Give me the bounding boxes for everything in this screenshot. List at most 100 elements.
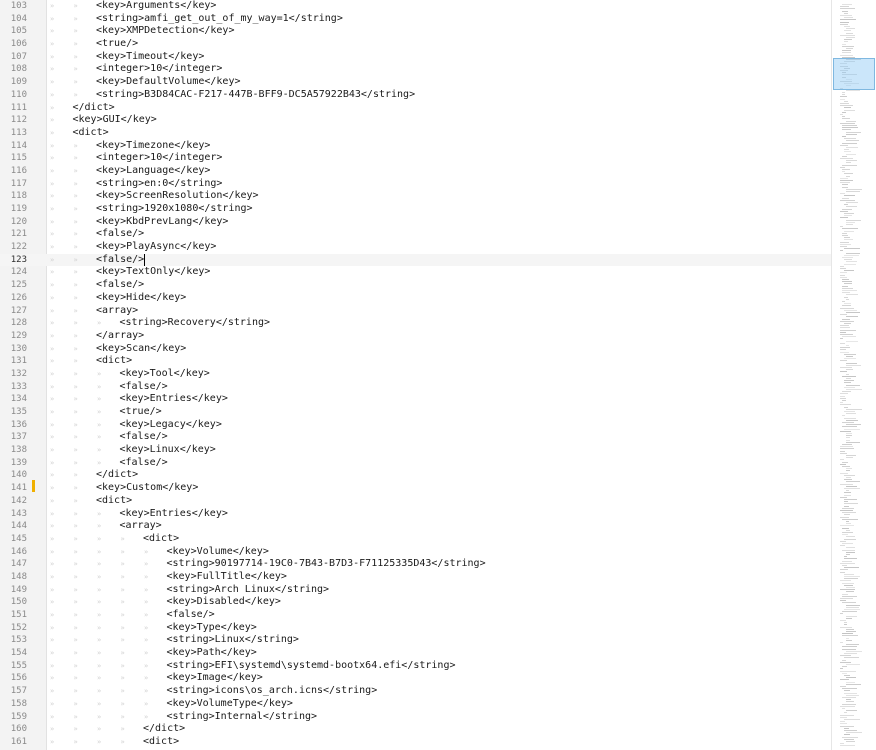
code-line[interactable]: 138 » » » <key>Linux</key> [0, 444, 831, 457]
code-line[interactable]: 107 » » <key>Timeout</key> [0, 51, 831, 64]
code-line[interactable]: 135 » » » <true/> [0, 406, 831, 419]
code-line[interactable]: 123 » » <false/> [0, 253, 831, 267]
minimap-line [842, 400, 846, 401]
minimap-line [846, 650, 862, 652]
code-line[interactable]: 131 » » <dict> [0, 355, 831, 368]
code-line[interactable]: 129 » » </array> [0, 330, 831, 343]
minimap-line [840, 250, 843, 252]
code-line[interactable]: 118 » » <key>ScreenResolution</key> [0, 190, 831, 203]
code-line[interactable]: 161 » » » » <dict> [0, 736, 831, 749]
code-line[interactable]: 122 » » <key>PlayAsync</key> [0, 241, 831, 254]
minimap-line [844, 501, 848, 503]
code-line[interactable]: 154 » » » » » <key>Path</key> [0, 647, 831, 660]
code-line[interactable]: 103 » » <key>Arguments</key> [0, 0, 831, 13]
code-line[interactable]: 130 » » <key>Scan</key> [0, 343, 831, 356]
code-line[interactable]: 155 » » » » » <string>EFI\systemd\systemd-boot… [0, 660, 831, 673]
code-line[interactable]: 139 » » » <false/> [0, 457, 831, 470]
minimap-line [840, 510, 853, 511]
line-number: 153 [10, 635, 27, 646]
line-text: » » <false/> [49, 253, 146, 267]
code-line[interactable]: 112 » <key>GUI</key> [0, 114, 831, 127]
code-line[interactable]: 125 » » <false/> [0, 279, 831, 292]
tab-marker-icon: » [73, 598, 78, 607]
tab-marker-icon: » [144, 661, 149, 670]
code-line[interactable]: 149 » » » » » <string>Arch Linux</string> [0, 584, 831, 597]
code-line[interactable]: 114 » » <key>Timezone</key> [0, 140, 831, 153]
code-line[interactable]: 105 » » <key>XMPDetection</key> [0, 25, 831, 38]
tab-marker-icon: » [73, 446, 78, 455]
code-line[interactable]: 141 » » <key>Custom</key> [0, 482, 831, 495]
code-line[interactable]: 144 » » » <array> [0, 520, 831, 533]
code-line[interactable]: 142 » » <dict> [0, 495, 831, 508]
code-line[interactable]: 143 » » » <key>Entries</key> [0, 508, 831, 521]
code-line[interactable]: 145 » » » » <dict> [0, 533, 831, 546]
code-line[interactable]: 120 » » <key>KbdPrevLang</key> [0, 216, 831, 229]
code-line[interactable]: 109 » » <key>DefaultVolume</key> [0, 76, 831, 89]
code-line[interactable]: 160 » » » » </dict> [0, 723, 831, 736]
code-line[interactable]: 113 » <dict> [0, 127, 831, 140]
code-line[interactable]: 133 » » » <false/> [0, 381, 831, 394]
code-line[interactable]: 158 » » » » » <key>VolumeType</key> [0, 698, 831, 711]
code-line[interactable]: 140 » » </dict> [0, 469, 831, 482]
code-line[interactable]: 151 » » » » » <false/> [0, 609, 831, 622]
code-line[interactable]: 134 » » » <key>Entries</key> [0, 393, 831, 406]
code-line[interactable]: 137 » » » <false/> [0, 431, 831, 444]
minimap-line [844, 578, 858, 580]
tab-marker-icon: » [73, 572, 78, 581]
tab-marker-icon: » [73, 496, 78, 505]
code-line[interactable]: 153 » » » » » <string>Linux</string> [0, 634, 831, 647]
minimap-line [840, 580, 851, 582]
code-line[interactable]: 121 » » <false/> [0, 228, 831, 241]
line-text: » » » » » <key>Volume</key> [49, 546, 269, 559]
minimap-line [842, 4, 852, 5]
code-line[interactable]: 136 » » » <key>Legacy</key> [0, 419, 831, 432]
tab-marker-icon: » [50, 496, 55, 505]
minimap-line [840, 705, 855, 707]
code-line[interactable]: 132 » » » <key>Tool</key> [0, 368, 831, 381]
minimap[interactable] [831, 0, 876, 750]
code-line[interactable]: 152 » » » » » <key>Type</key> [0, 622, 831, 635]
code-line[interactable]: 108 » » <integer>10</integer> [0, 63, 831, 76]
code-line[interactable]: 150 » » » » » <key>Disabled</key> [0, 596, 831, 609]
line-content: <string>amfi_get_out_of_my_way=1</string… [96, 12, 343, 24]
code-line[interactable]: 110 » » <string>B3D84CAC-F217-447B-BFF9-DC5… [0, 89, 831, 102]
minimap-line [842, 560, 852, 562]
minimap-line [846, 120, 856, 122]
minimap-line [844, 138, 856, 140]
line-text: » » » » » <string>Linux</string> [49, 634, 299, 647]
code-line[interactable]: 119 » » <string>1920x1080</string> [0, 203, 831, 216]
code-line[interactable]: 106 » » <true/> [0, 38, 831, 51]
line-content: <string>1920x1080</string> [96, 203, 253, 214]
minimap-line [844, 380, 854, 382]
minimap-line [840, 180, 853, 181]
code-line[interactable]: 116 » » <key>Language</key> [0, 165, 831, 178]
code-editor[interactable]: 103 » » <key>Arguments</key> 104 » » <string>am… [0, 0, 876, 750]
line-content: <array> [119, 520, 162, 532]
code-line[interactable]: 147 » » » » » <string>90197714-19C0-7B43-B7D3-… [0, 558, 831, 571]
minimap-viewport[interactable] [833, 58, 875, 90]
minimap-line [846, 455, 856, 456]
minimap-line [840, 329, 856, 331]
code-line[interactable]: 159 » » » » » <string>Internal</string> [0, 711, 831, 724]
minimap-line [840, 327, 850, 329]
code-line[interactable]: 127 » » <array> [0, 305, 831, 318]
code-line[interactable]: 111 » </dict> [0, 102, 831, 115]
code-line[interactable]: 157 » » » » » <string>icons\os_arch.icns</stri… [0, 685, 831, 698]
code-line[interactable]: 124 » » <key>TextOnly</key> [0, 266, 831, 279]
code-line[interactable]: 115 » » <integer>10</integer> [0, 152, 831, 165]
line-content: <key>FullTitle</key> [166, 570, 287, 582]
code-line[interactable]: 126 » » <key>Hide</key> [0, 292, 831, 305]
code-area[interactable]: 103 » » <key>Arguments</key> 104 » » <string>am… [0, 0, 831, 750]
code-line[interactable]: 148 » » » » » <key>FullTitle</key> [0, 571, 831, 584]
code-line[interactable]: 156 » » » » » <key>Image</key> [0, 672, 831, 685]
code-line[interactable]: 146 » » » » » <key>Volume</key> [0, 546, 831, 559]
code-line[interactable]: 128 » » » <string>Recovery</string> [0, 317, 831, 330]
tab-marker-icon: » [144, 699, 149, 708]
code-line[interactable]: 117 » » <string>en:0</string> [0, 178, 831, 191]
minimap-line [842, 595, 857, 597]
tab-marker-icon: » [120, 699, 125, 708]
code-line[interactable]: 104 » » <string>amfi_get_out_of_my_way=1</s… [0, 13, 831, 26]
minimap-line [840, 114, 843, 115]
line-text: » » <key>KbdPrevLang</key> [49, 216, 228, 229]
tab-marker-icon: » [50, 116, 55, 125]
